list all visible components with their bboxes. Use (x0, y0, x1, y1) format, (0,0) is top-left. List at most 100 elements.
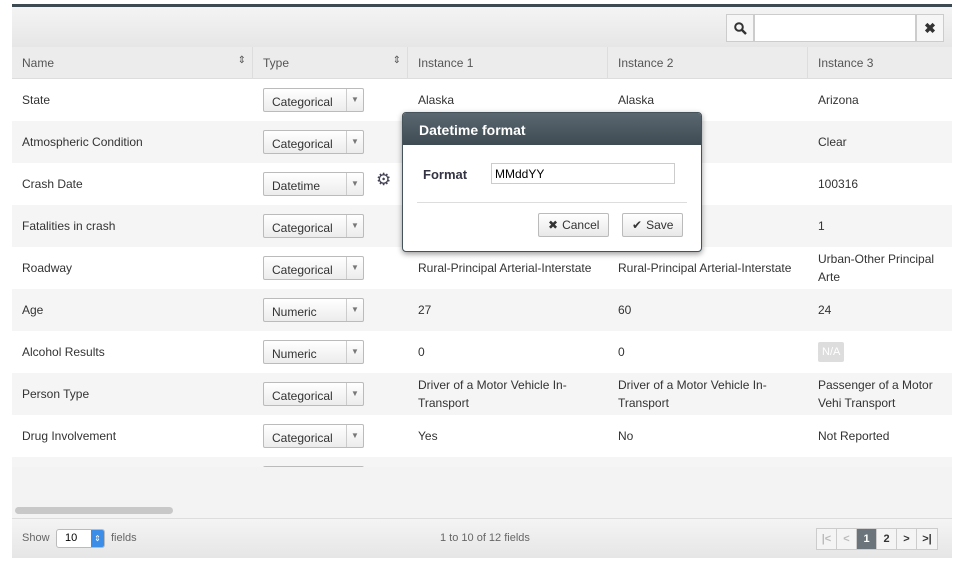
type-select[interactable]: Numeric ▼ (263, 340, 364, 364)
type-select[interactable]: Categorical▼ (263, 382, 364, 406)
cell-i3: 100316 (818, 177, 859, 191)
toolbar: ✖ (12, 7, 952, 47)
cell-i3: 24 (818, 303, 832, 317)
type-value: Categorical (272, 137, 333, 151)
close-icon: ✖ (924, 19, 936, 36)
cell-i2: White (608, 457, 808, 467)
cell-type: Categorical▼ (253, 373, 408, 415)
type-select[interactable]: Categorical ▼ (263, 214, 364, 238)
last-page-button[interactable]: >| (917, 529, 937, 549)
cell-name: State (22, 93, 51, 107)
first-page-button[interactable]: |< (817, 529, 837, 549)
check-icon: ✔ (632, 218, 643, 232)
chevron-down-icon: ▼ (346, 173, 363, 195)
cancel-label: Cancel (562, 218, 600, 232)
horizontal-scrollbar[interactable] (15, 507, 173, 514)
cell-type: Categorical ▼ (253, 247, 408, 289)
table-row: Alcohol Results Numeric ▼ 0 0 N/A (12, 331, 952, 373)
fields-label: fields (111, 532, 137, 544)
search-button[interactable] (726, 14, 754, 42)
cell-i3: Not Reported (818, 429, 890, 443)
cell-name: Age (22, 303, 44, 317)
column-header-name[interactable]: Name ⇕ (12, 47, 253, 79)
cell-i1: Yes (418, 429, 438, 443)
type-select[interactable]: Categorical▼ (263, 466, 364, 467)
page-size-select[interactable]: 10 ⇕ (56, 529, 105, 548)
cell-name: Race (12, 457, 253, 467)
cell-type: Categorical▼ (253, 457, 408, 467)
cell-i1: Rural-Principal Arterial-Interstate (418, 261, 592, 275)
cell-i1: Driver of a Motor Vehicle In-Transport (418, 378, 567, 410)
cell-name: Roadway (22, 261, 73, 275)
cell-name: Alcohol Results (22, 345, 105, 359)
cell-type: Numeric ▼ (253, 289, 408, 331)
stepper-icon: ⇕ (91, 530, 104, 547)
divider (417, 202, 687, 203)
next-page-button[interactable]: > (897, 529, 917, 549)
type-value: Categorical (272, 431, 333, 445)
table-footer: Show 10 ⇕ fields 1 to 10 of 12 fields |<… (12, 518, 952, 558)
type-select[interactable]: Categorical▼ (263, 424, 364, 448)
gears-icon[interactable]: ⚙ (376, 170, 391, 190)
page-2-button[interactable]: 2 (877, 529, 897, 549)
dialog-title: Datetime format (403, 113, 701, 145)
chevron-down-icon: ▼ (346, 299, 363, 321)
table-row: Race Categorical▼ N/AWhiteN/A (12, 457, 952, 467)
type-value: Numeric (272, 305, 317, 319)
chevron-down-icon: ▼ (346, 341, 363, 363)
cell-i2: No (618, 429, 634, 443)
cell-i2: 60 (618, 303, 632, 317)
type-select[interactable]: Datetime ▼ (263, 172, 364, 196)
cell-i2: Driver of a Motor Vehicle In-Transport (618, 378, 767, 410)
header-label: Instance 2 (618, 56, 674, 70)
column-header-instance-3: Instance 3 (808, 47, 952, 79)
cell-i3: N/A (808, 331, 952, 373)
clear-search-button[interactable]: ✖ (916, 14, 944, 42)
chevron-down-icon: ▼ (346, 131, 363, 153)
table-row: Drug Involvement Categorical ▼ Yes No Not Rep… (12, 415, 952, 457)
save-label: Save (646, 218, 674, 232)
chevron-down-icon: ▼ (346, 215, 363, 237)
format-input[interactable] (491, 163, 675, 184)
search-icon (733, 21, 747, 35)
type-value: Numeric (272, 347, 317, 361)
cancel-button[interactable]: ✖ Cancel (538, 213, 610, 237)
page-1-button[interactable]: 1 (857, 529, 877, 549)
show-label: Show (22, 532, 50, 544)
cell-name: Drug Involvement (22, 429, 117, 443)
chevron-down-icon: ▼ (346, 257, 363, 279)
table-row: Person Type Categorical ▼ Driver of a Motor… (12, 373, 952, 415)
type-value: Categorical (272, 221, 333, 235)
cell-i2: Rural-Principal Arterial-Interstate (618, 261, 792, 275)
sort-icon: ⇕ (392, 55, 401, 66)
column-header-instance-1: Instance 1 (408, 47, 608, 79)
column-header-instance-2: Instance 2 (608, 47, 808, 79)
cell-name: Fatalities in crash (22, 219, 116, 233)
datetime-format-dialog: Datetime format Format ✖Cancel ✔Save (402, 112, 702, 252)
type-select[interactable]: Categorical ▼ (263, 256, 364, 280)
sort-icon: ⇕ (237, 55, 246, 66)
type-value: Categorical (272, 263, 333, 277)
type-select[interactable]: Categorical ▼ (263, 130, 364, 154)
cell-i3: 1 (818, 219, 825, 233)
type-select[interactable]: Numeric ▼ (263, 298, 364, 322)
cell-i3: Urban-Other Principal Arte (818, 252, 935, 284)
header-label: Name (22, 56, 55, 70)
cell-i1: 0 (418, 345, 425, 359)
prev-page-button[interactable]: < (837, 529, 857, 549)
cell-type: Categorical▼ (253, 79, 408, 121)
cell-type: Categorical ▼ (253, 121, 408, 163)
cell-type: Categorical ▼ (253, 205, 408, 247)
search-input[interactable] (754, 14, 916, 42)
format-label: Format (423, 167, 468, 182)
cell-i3: Clear (818, 135, 847, 149)
type-value: Categorical (272, 389, 333, 403)
cell-i2: 0 (618, 345, 625, 359)
cell-i1: 27 (418, 303, 432, 317)
fields-table-panel: ✖ Name ⇕ Type ⇕ Instance 1 Instance 2 Inst… (12, 4, 952, 558)
type-select[interactable]: Categorical▼ (263, 88, 364, 112)
table-row: Roadway Categorical ▼ Rural-Principal Arter… (12, 247, 952, 289)
pagination: |< < 1 2 > >| (816, 528, 938, 550)
save-button[interactable]: ✔ Save (622, 213, 684, 237)
column-header-type[interactable]: Type ⇕ (253, 47, 408, 79)
